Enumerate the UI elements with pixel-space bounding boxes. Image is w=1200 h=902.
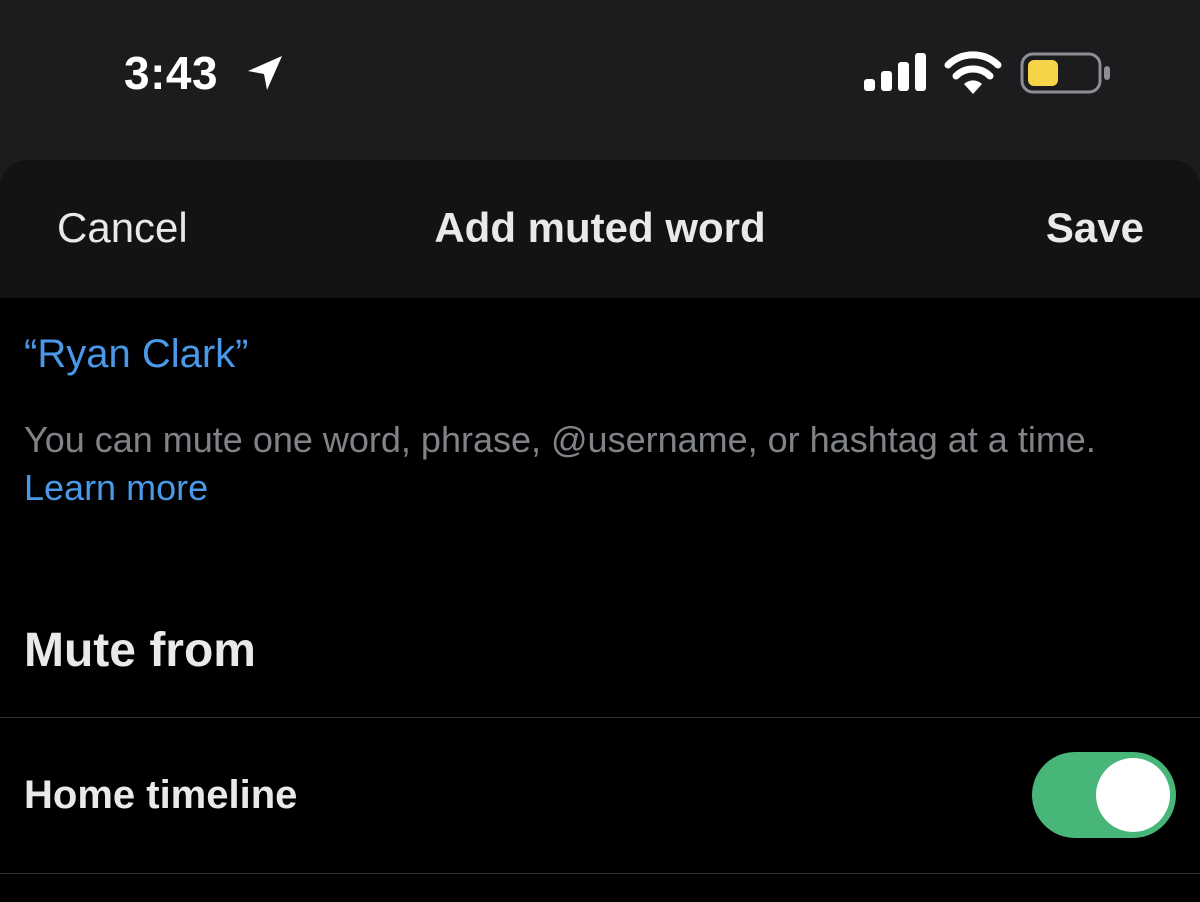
divider xyxy=(0,873,1200,874)
sheet-title: Add muted word xyxy=(434,204,766,251)
mute-from-heading: Mute from xyxy=(24,624,256,677)
option-label-home-timeline: Home timeline xyxy=(24,773,298,817)
help-text-body: You can mute one word, phrase, @username… xyxy=(24,419,1096,460)
add-muted-word-sheet: Cancel Add muted word Save You can mute … xyxy=(0,160,1200,902)
sheet-header: Cancel Add muted word Save xyxy=(0,160,1200,298)
muted-word-input[interactable] xyxy=(24,332,1174,377)
battery-icon xyxy=(1020,52,1110,94)
help-text: You can mute one word, phrase, @username… xyxy=(24,416,1154,512)
wifi-icon xyxy=(944,51,1002,94)
divider xyxy=(0,717,1200,718)
learn-more-link[interactable]: Learn more xyxy=(24,467,208,508)
location-arrow-icon xyxy=(248,56,282,90)
save-button[interactable]: Save xyxy=(1046,204,1144,252)
toggle-knob xyxy=(1096,758,1170,832)
cellular-signal-icon xyxy=(864,53,926,91)
status-time: 3:43 xyxy=(124,47,219,99)
home-timeline-toggle[interactable] xyxy=(1032,752,1176,838)
status-bar: 3:43 xyxy=(0,0,1200,140)
